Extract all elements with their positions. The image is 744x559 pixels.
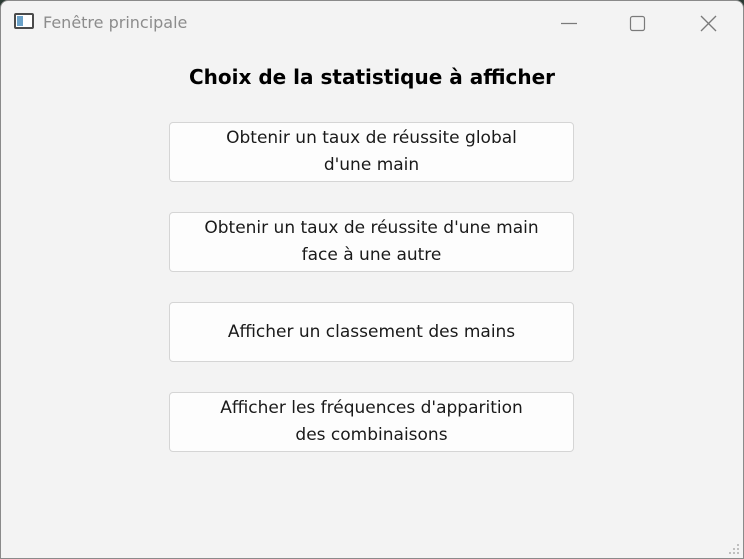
button-label: Afficher les fréquences d'apparition des… xyxy=(220,398,523,445)
minimize-button[interactable] xyxy=(546,1,592,45)
button-label: Obtenir un taux de réussite global d'une… xyxy=(226,128,517,175)
maximize-button[interactable] xyxy=(613,1,659,45)
close-icon xyxy=(700,15,717,32)
button-label: Afficher un classement des mains xyxy=(227,321,516,342)
page-title: Choix de la statistique à afficher xyxy=(188,65,556,89)
hand-ranking-button[interactable]: Afficher un classement des mains xyxy=(169,302,574,362)
maximize-icon xyxy=(629,15,646,32)
close-button[interactable] xyxy=(685,1,731,45)
resize-grip-icon[interactable] xyxy=(728,543,740,555)
minimize-icon xyxy=(561,22,577,25)
global-success-rate-button[interactable]: Obtenir un taux de réussite global d'une… xyxy=(169,122,574,182)
main-window: Fenêtre principale Choix de la statistiq… xyxy=(0,0,744,559)
combination-frequencies-button[interactable]: Afficher les fréquences d'apparition des… xyxy=(169,392,574,452)
head-to-head-success-rate-button[interactable]: Obtenir un taux de réussite d'une main f… xyxy=(169,212,574,272)
application-window-icon xyxy=(14,13,34,29)
title-bar[interactable]: Fenêtre principale xyxy=(1,1,743,45)
window-title: Fenêtre principale xyxy=(43,13,188,32)
button-label: Obtenir un taux de réussite d'une main f… xyxy=(204,218,539,265)
